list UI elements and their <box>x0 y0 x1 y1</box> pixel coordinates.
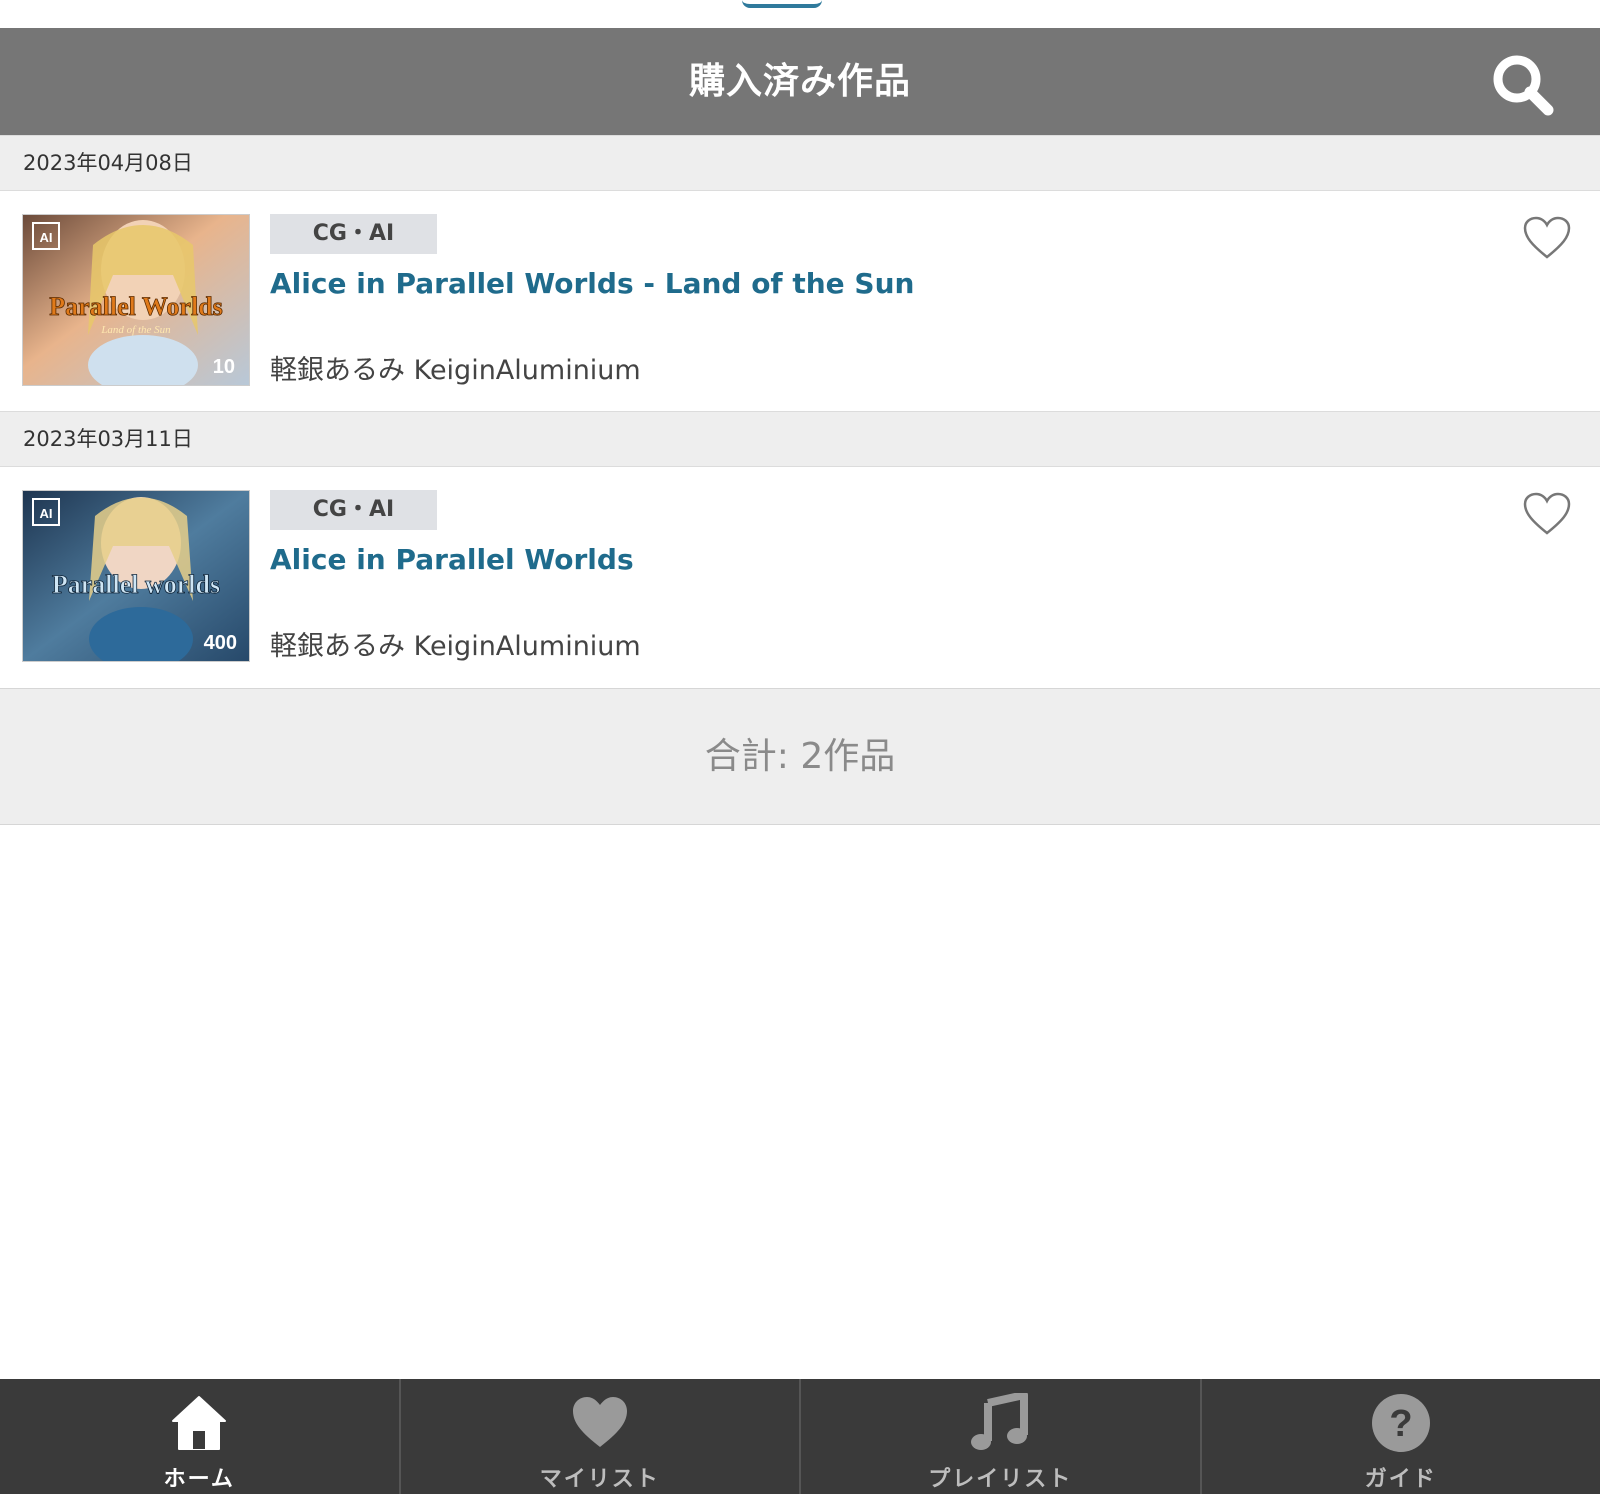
heart-icon <box>570 1393 630 1453</box>
tab-guide[interactable]: ? ガイド <box>1202 1379 1600 1494</box>
top-strip-fragment <box>742 0 822 8</box>
search-icon[interactable] <box>1490 52 1556 118</box>
list-item[interactable]: AI Parallel Worlds Land of the Sun 10 CG… <box>0 191 1600 411</box>
tab-home[interactable]: ホーム <box>0 1379 401 1494</box>
author-name: 軽銀あるみ KeiginAluminium <box>270 355 641 386</box>
cover-thumbnail[interactable]: AI Parallel Worlds Land of the Sun 10 <box>22 214 250 386</box>
category-badge: CG・AI <box>270 490 437 530</box>
tab-label: ガイド <box>1364 1467 1437 1492</box>
category-badge: CG・AI <box>270 214 437 254</box>
tab-label: プレイリスト <box>928 1467 1073 1492</box>
tab-mylist[interactable]: マイリスト <box>401 1379 801 1494</box>
work-title-link[interactable]: Alice in Parallel Worlds - Land of the S… <box>270 267 914 300</box>
author-name: 軽銀あるみ KeiginAluminium <box>270 631 641 662</box>
cover-number: 400 <box>204 632 237 654</box>
top-strip <box>0 0 1600 28</box>
bottom-tab-bar: ホーム マイリスト プレイリスト ? ガイド <box>0 1379 1600 1494</box>
purchase-date: 2023年04月08日 <box>23 151 193 175</box>
favorite-heart-icon[interactable] <box>1522 491 1572 537</box>
cover-title: Parallel Worlds <box>49 292 223 321</box>
tab-label: マイリスト <box>539 1467 660 1492</box>
page-title: 購入済み作品 <box>688 61 911 102</box>
cover-number: 10 <box>213 356 235 378</box>
cover-logo: AI <box>40 506 53 521</box>
help-icon: ? <box>1371 1393 1431 1453</box>
home-icon <box>169 1393 229 1453</box>
list-item[interactable]: AI Parallel worlds 400 CG・AI Alice in Pa… <box>0 467 1600 687</box>
work-title-link[interactable]: Alice in Parallel Worlds <box>270 543 634 576</box>
cover-subtitle: Land of the Sun <box>100 324 171 336</box>
date-header: 2023年03月11日 <box>0 411 1600 467</box>
total-count: 合計: 2作品 <box>0 688 1600 825</box>
cover-thumbnail[interactable]: AI Parallel worlds 400 <box>22 490 250 662</box>
page-header: 購入済み作品 <box>0 28 1600 135</box>
svg-text:?: ? <box>1389 1403 1412 1445</box>
music-note-icon <box>970 1391 1030 1453</box>
tab-playlist[interactable]: プレイリスト <box>801 1379 1202 1494</box>
tab-label: ホーム <box>163 1467 235 1492</box>
cover-logo: AI <box>40 230 53 245</box>
date-header: 2023年04月08日 <box>0 135 1600 191</box>
cover-title: Parallel worlds <box>52 570 220 599</box>
purchase-date: 2023年03月11日 <box>23 427 193 451</box>
favorite-heart-icon[interactable] <box>1522 215 1572 261</box>
